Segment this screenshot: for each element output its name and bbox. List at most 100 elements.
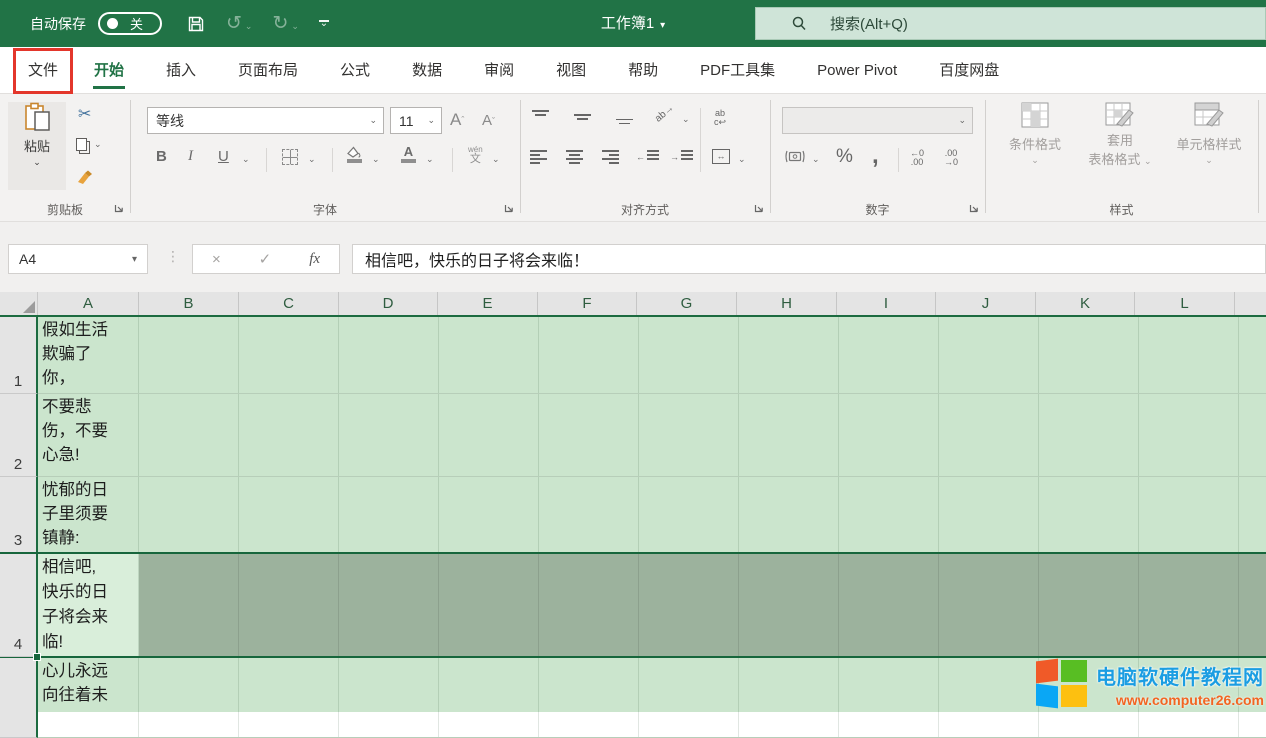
merge-dropdown-icon[interactable]: ⌄ [738,154,746,165]
accounting-dropdown-icon[interactable]: ⌄ [812,154,820,165]
format-as-table-button[interactable]: 套用 表格格式 ⌄ [1077,102,1163,168]
name-box[interactable]: A4 ▾ [8,244,148,274]
conditional-formatting-button[interactable]: 条件格式 ⌄ [993,102,1077,166]
tab-formulas[interactable]: 公式 [319,47,391,94]
tab-file[interactable]: 文件 [13,48,73,94]
row-header-3[interactable]: 3 [0,477,38,553]
decrease-indent-icon[interactable]: ← [636,150,659,164]
column-header-i[interactable]: I [837,292,936,315]
column-header-c[interactable]: C [239,292,339,315]
cell-a1[interactable]: 假如生活 欺骗了 你， [38,317,139,393]
row-header-5[interactable] [0,658,38,738]
number-dialog-launcher-icon[interactable] [969,201,979,216]
cell-a5[interactable]: 心儿永远 向往着未 [38,658,139,737]
tab-baidu-netdisk[interactable]: 百度网盘 [918,47,1020,94]
orientation-icon[interactable]: ab→ [653,102,676,124]
save-icon[interactable] [186,14,206,34]
search-input[interactable]: 搜索(Alt+Q) [755,7,1266,40]
redo-dropdown-icon[interactable]: ⌄ [291,21,299,32]
redo-icon[interactable]: ↻⌄ [272,12,298,35]
decrease-font-icon[interactable]: Aˇ [482,112,495,129]
alignment-dialog-launcher-icon[interactable] [754,201,764,216]
column-header-d[interactable]: D [339,292,438,315]
paste-dropdown-icon[interactable]: ⌄ [33,157,41,168]
percent-style-icon[interactable]: % [836,146,853,168]
cell-a4-active[interactable]: 相信吧, 快乐的日 子将会来 临! [38,554,139,656]
copy-icon[interactable]: ⌄ [76,138,102,151]
cell-styles-button[interactable]: 单元格样式 ⌄ [1163,102,1255,166]
tab-insert[interactable]: 插入 [145,47,217,94]
align-bottom-icon[interactable] [616,110,633,124]
increase-decimal-icon[interactable]: ←0.00 [910,149,924,167]
comma-style-icon[interactable]: , [872,142,879,170]
column-header-j[interactable]: J [936,292,1036,315]
align-center-icon[interactable] [566,150,583,164]
undo-dropdown-icon[interactable]: ⌄ [245,21,253,32]
column-header-f[interactable]: F [538,292,637,315]
font-name-select[interactable]: 等线⌄ [147,107,384,134]
column-header-k[interactable]: K [1036,292,1135,315]
cut-icon[interactable]: ✂ [78,104,91,124]
tab-page-layout[interactable]: 页面布局 [217,47,319,94]
number-format-select[interactable]: ⌄ [782,107,973,134]
cell-a2[interactable]: 不要悲 伤，不要 心急! [38,394,139,476]
align-top-icon[interactable] [532,110,549,124]
cancel-icon[interactable]: × [212,251,221,268]
align-right-icon[interactable] [602,150,619,164]
fill-color-icon[interactable] [346,146,362,163]
name-box-dropdown-icon[interactable]: ▾ [132,254,137,265]
borders-icon[interactable] [282,149,298,165]
tab-data[interactable]: 数据 [391,47,463,94]
font-size-select[interactable]: 11⌄ [390,107,442,134]
phonetic-guide-icon[interactable]: wén文 [468,146,483,165]
font-color-dropdown-icon[interactable]: ⌄ [426,154,434,165]
column-header-e[interactable]: E [438,292,538,315]
font-dialog-launcher-icon[interactable] [504,201,514,216]
clipboard-dialog-launcher-icon[interactable] [114,201,124,216]
paste-button[interactable]: 粘贴 ⌄ [8,102,66,190]
decrease-decimal-icon[interactable]: .00→0 [944,149,958,167]
fill-color-dropdown-icon[interactable]: ⌄ [372,154,380,165]
underline-button[interactable]: U [218,148,229,165]
tab-pdf-tools[interactable]: PDF工具集 [679,47,796,94]
increase-indent-icon[interactable]: → [670,150,693,164]
row-header-2[interactable]: 2 [0,394,38,477]
tab-help[interactable]: 帮助 [607,47,679,94]
fill-handle[interactable] [33,653,41,661]
column-header-l[interactable]: L [1135,292,1235,315]
align-left-icon[interactable] [530,150,547,164]
align-middle-icon[interactable] [574,110,591,124]
select-all-corner[interactable] [0,292,38,315]
formula-bar-resize-handle[interactable]: ⋮ [166,248,180,265]
enter-icon[interactable]: ✓ [259,250,272,268]
tab-view[interactable]: 视图 [535,47,607,94]
column-header-a[interactable]: A [38,292,139,315]
row-header-1[interactable]: 1 [0,317,38,394]
orientation-dropdown-icon[interactable]: ⌄ [682,114,690,125]
tab-home[interactable]: 开始 [73,47,145,94]
customize-toolbar-icon[interactable]: ⌄ [319,20,329,28]
font-color-icon[interactable]: A [401,145,416,163]
phonetic-dropdown-icon[interactable]: ⌄ [492,154,500,165]
column-header-partial[interactable] [1235,292,1266,315]
borders-dropdown-icon[interactable]: ⌄ [308,154,316,165]
italic-button[interactable]: I [188,148,193,165]
insert-function-icon[interactable]: fx [309,251,320,268]
column-header-b[interactable]: B [139,292,239,315]
row-1-cells[interactable] [139,317,1266,393]
row-3-cells[interactable] [139,477,1266,552]
undo-icon[interactable]: ↺⌄ [226,12,252,35]
row-2-cells[interactable] [139,394,1266,476]
autosave-toggle[interactable]: 关 [98,12,162,35]
merge-center-icon[interactable]: ↔ [712,149,730,164]
cell-a3[interactable]: 忧郁的日 子里须要 镇静: [38,477,139,552]
column-header-g[interactable]: G [637,292,737,315]
bold-button[interactable]: B [156,148,167,165]
row-header-4[interactable]: 4 [0,554,38,657]
copy-dropdown-icon[interactable]: ⌄ [94,139,102,150]
row-4-cells[interactable] [139,554,1266,656]
tab-power-pivot[interactable]: Power Pivot [796,47,918,94]
tab-review[interactable]: 审阅 [463,47,535,94]
wrap-text-icon[interactable]: abc↩ [714,109,726,127]
formula-input[interactable]: 相信吧，快乐的日子将会来临！ [352,244,1266,274]
